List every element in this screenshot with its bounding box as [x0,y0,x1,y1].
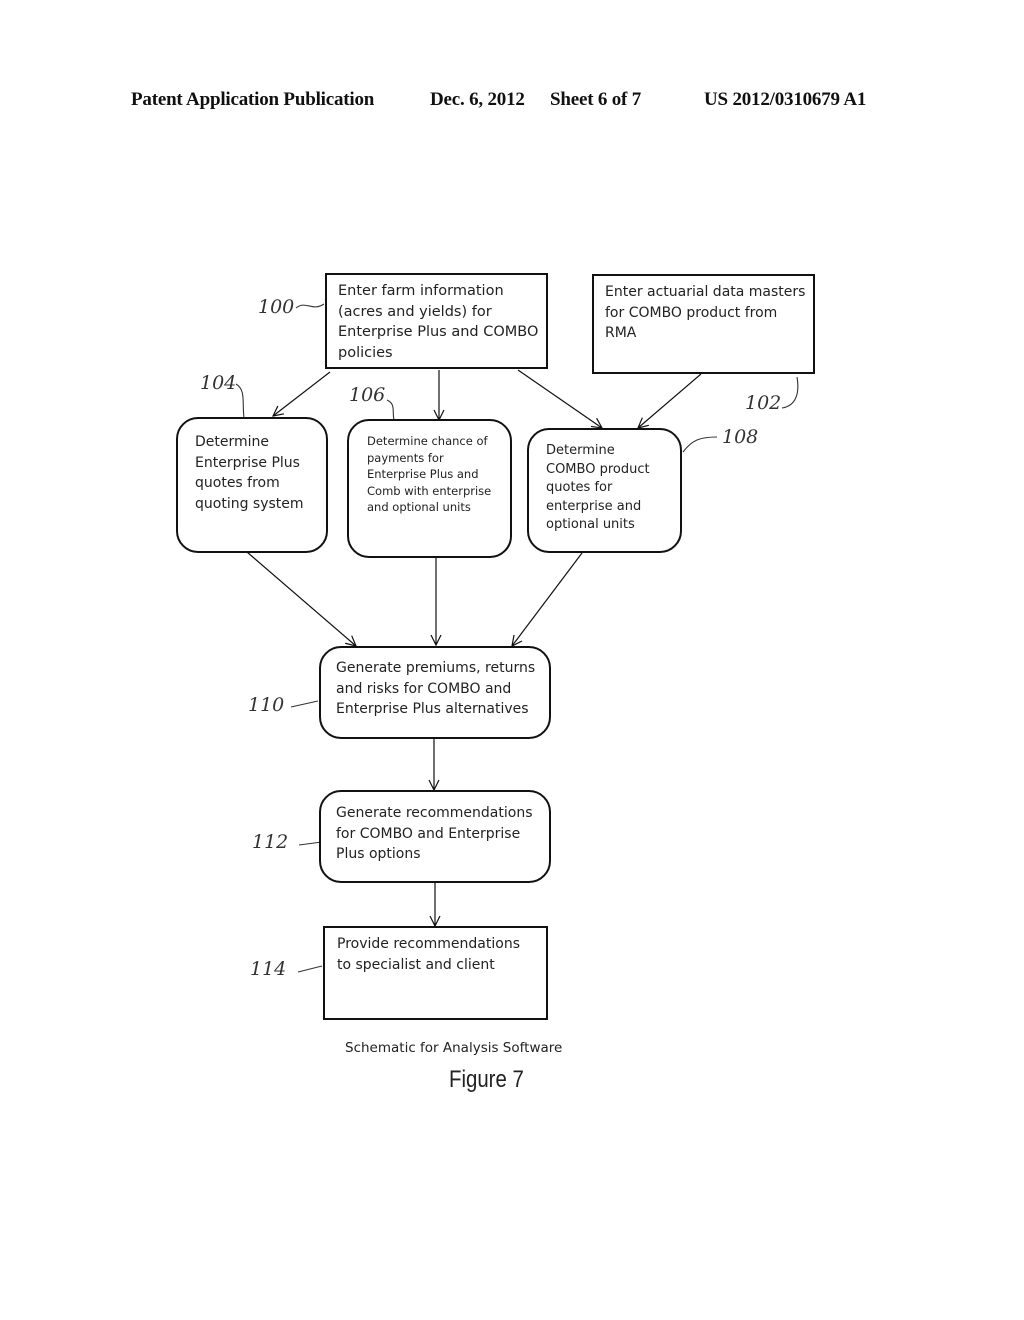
node-102-text: Enter actuarial data masters for COMBO p… [605,284,806,341]
leader-102 [781,376,799,409]
node-generate-recommendations: Generate recommendations for COMBO and E… [319,790,551,883]
arrow-108-to-110 [512,552,583,646]
leader-100 [295,303,325,309]
arrow-102-to-108 [638,373,702,428]
node-enter-farm-information: Enter farm information (acres and yields… [325,273,548,369]
ref-label-108: 108 [722,426,759,448]
node-108-text: Determine COMBO product quotes for enter… [546,443,650,532]
ref-label-104: 104 [200,372,237,394]
ref-label-102: 102 [745,392,782,414]
ref-label-110: 110 [248,694,285,716]
node-110-text: Generate premiums, returns and risks for… [336,660,536,717]
ref-label-112: 112 [252,831,289,853]
leader-114 [297,965,323,973]
node-106-text: Determine chance of payments for Enterpr… [367,434,492,515]
ref-label-100: 100 [258,296,295,318]
arrow-100-to-104 [273,371,331,416]
node-provide-recommendations: Provide recommendations to specialist an… [323,926,548,1020]
diagram-caption: Schematic for Analysis Software [345,1040,563,1056]
leader-110 [290,700,319,708]
node-104-text: Determine Enterprise Plus quotes from qu… [195,434,304,512]
node-determine-enterprise-plus-quotes: Determine Enterprise Plus quotes from qu… [176,417,328,553]
ref-label-114: 114 [250,958,287,980]
node-100-text: Enter farm information (acres and yields… [338,283,539,361]
figure-label: Figure 7 [449,1066,524,1093]
node-enter-actuarial-data: Enter actuarial data masters for COMBO p… [592,274,815,374]
leader-108 [682,436,718,453]
arrow-104-to-110 [246,551,356,646]
node-determine-combo-quotes: Determine COMBO product quotes for enter… [527,428,682,553]
ref-label-106: 106 [349,384,386,406]
leader-104 [235,383,245,419]
node-generate-premiums: Generate premiums, returns and risks for… [319,646,551,739]
node-112-text: Generate recommendations for COMBO and E… [336,805,533,862]
leader-106 [386,399,395,421]
node-determine-chance-of-payments: Determine chance of payments for Enterpr… [347,419,512,558]
node-114-text: Provide recommendations to specialist an… [337,936,520,973]
arrow-100-to-108 [517,369,602,428]
